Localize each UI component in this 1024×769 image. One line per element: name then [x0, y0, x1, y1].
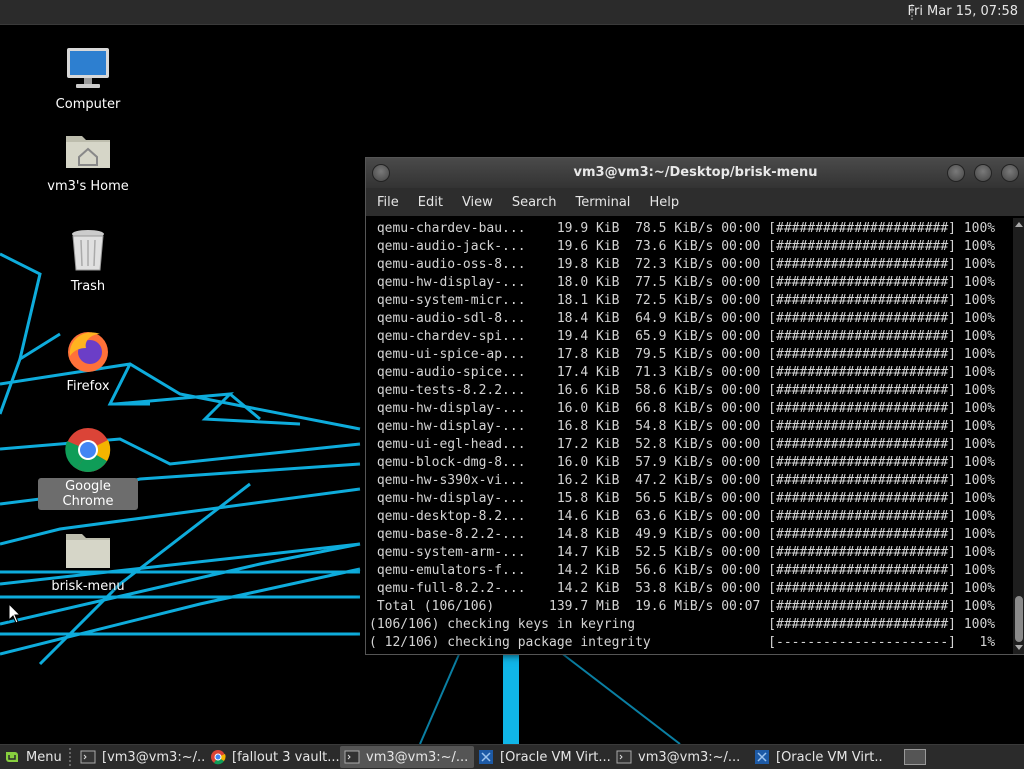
top-panel: Fri Mar 15, 07:58	[0, 0, 1024, 25]
chrome-icon	[64, 426, 112, 474]
terminal-line: Total (106/106) 139.7 MiB 19.6 MiB/s 00:…	[369, 599, 996, 614]
task-label: [vm3@vm3:~/...	[102, 749, 206, 765]
terminal-line: qemu-audio-jack-... 19.6 KiB 73.6 KiB/s …	[369, 239, 996, 254]
desktop-icon-label: brisk-menu	[51, 579, 125, 594]
terminal-line: qemu-audio-oss-8... 19.8 KiB 72.3 KiB/s …	[369, 257, 996, 272]
desktop-icon-brisk-menu[interactable]: brisk-menu	[38, 526, 138, 595]
home-folder-icon	[64, 126, 112, 174]
minimize-button[interactable]	[947, 164, 965, 182]
desktop-icon-computer[interactable]: Computer	[38, 44, 138, 113]
menu-file[interactable]: File	[370, 195, 406, 210]
terminal-line: ( 12/106) checking package integrity [--…	[369, 635, 996, 650]
taskbar-task[interactable]: [fallout 3 vault...	[206, 746, 340, 768]
terminal-window[interactable]: vm3@vm3:~/Desktop/brisk-menu File Edit V…	[365, 157, 1024, 655]
menu-button-label: Menu	[26, 749, 62, 765]
terminal-line: qemu-system-arm-... 14.7 KiB 52.5 KiB/s …	[369, 545, 996, 560]
scrollbar-thumb[interactable]	[1015, 596, 1023, 642]
menu-help[interactable]: Help	[642, 195, 686, 210]
terminal-line: qemu-hw-display-... 16.8 KiB 54.8 KiB/s …	[369, 419, 996, 434]
desktop-icon-label: vm3's Home	[47, 179, 129, 194]
terminal-line: qemu-emulators-f... 14.2 KiB 56.6 KiB/s …	[369, 563, 996, 578]
taskbar-task[interactable]: vm3@vm3:~/...	[612, 746, 750, 768]
terminal-menubar: File Edit View Search Terminal Help	[366, 188, 1024, 216]
terminal-titlebar[interactable]: vm3@vm3:~/Desktop/brisk-menu	[366, 158, 1024, 188]
terminal-line: qemu-audio-spice... 17.4 KiB 71.3 KiB/s …	[369, 365, 996, 380]
taskbar-task-active[interactable]: vm3@vm3:~/...	[340, 746, 474, 768]
taskbar-task[interactable]: [vm3@vm3:~/...	[76, 746, 206, 768]
task-label: vm3@vm3:~/...	[638, 749, 741, 765]
scroll-up-icon[interactable]	[1015, 222, 1023, 227]
menu-button[interactable]: Menu	[0, 746, 66, 768]
task-label: [Oracle VM Virt...	[500, 749, 611, 765]
clock[interactable]: Fri Mar 15, 07:58	[907, 4, 1018, 19]
folder-icon	[64, 526, 112, 574]
terminal-scrollbar[interactable]	[1013, 218, 1024, 654]
taskbar-task[interactable]: [Oracle VM Virt...	[474, 746, 612, 768]
task-label: vm3@vm3:~/...	[366, 749, 469, 765]
desktop-icon-label: Trash	[70, 279, 106, 294]
terminal-line: qemu-tests-8.2.2... 16.6 KiB 58.6 KiB/s …	[369, 383, 996, 398]
terminal-line: qemu-chardev-spi... 19.4 KiB 65.9 KiB/s …	[369, 329, 996, 344]
task-label: [fallout 3 vault...	[232, 749, 340, 765]
terminal-line: qemu-base-8.2.2-... 14.8 KiB 49.9 KiB/s …	[369, 527, 996, 542]
terminal-line: qemu-chardev-bau... 19.9 KiB 78.5 KiB/s …	[369, 221, 996, 236]
terminal-line: qemu-audio-sdl-8... 18.4 KiB 64.9 KiB/s …	[369, 311, 996, 326]
maximize-button[interactable]	[974, 164, 992, 182]
window-title: vm3@vm3:~/Desktop/brisk-menu	[573, 165, 818, 180]
terminal-line: qemu-hw-display-... 15.8 KiB 56.5 KiB/s …	[369, 491, 996, 506]
terminal-line: qemu-full-8.2.2-... 14.2 KiB 53.8 KiB/s …	[369, 581, 996, 596]
terminal-line: qemu-hw-display-... 18.0 KiB 77.5 KiB/s …	[369, 275, 996, 290]
terminal-icon	[616, 750, 632, 764]
desktop-icon-label: Firefox	[66, 379, 110, 394]
mouse-cursor-icon	[8, 603, 22, 624]
computer-icon	[64, 44, 112, 92]
virtualbox-icon	[755, 750, 769, 764]
trash-icon	[64, 226, 112, 274]
taskbar-separator	[69, 748, 73, 766]
menu-edit[interactable]: Edit	[411, 195, 450, 210]
terminal-line: qemu-ui-spice-ap... 17.8 KiB 79.5 KiB/s …	[369, 347, 996, 362]
desktop-icon-firefox[interactable]: Firefox	[38, 326, 138, 395]
firefox-icon	[64, 326, 112, 374]
menu-search[interactable]: Search	[505, 195, 564, 210]
terminal-line: qemu-desktop-8.2... 14.6 KiB 63.6 KiB/s …	[369, 509, 996, 524]
terminal-line: qemu-block-dmg-8... 16.0 KiB 57.9 KiB/s …	[369, 455, 996, 470]
terminal-lines: qemu-chardev-bau... 19.9 KiB 78.5 KiB/s …	[366, 218, 1012, 652]
terminal-output[interactable]: qemu-chardev-bau... 19.9 KiB 78.5 KiB/s …	[366, 218, 1012, 654]
virtualbox-icon	[479, 750, 493, 764]
show-desktop-icon[interactable]	[904, 749, 926, 765]
terminal-line: qemu-ui-egl-head... 17.2 KiB 52.8 KiB/s …	[369, 437, 996, 452]
terminal-line: (106/106) checking keys in keyring [####…	[369, 617, 996, 632]
scroll-down-icon[interactable]	[1015, 645, 1023, 650]
desktop-icon-trash[interactable]: Trash	[38, 226, 138, 295]
chrome-icon	[211, 750, 226, 765]
desktop-icon-label: Google Chrome	[38, 478, 138, 510]
terminal-line: qemu-hw-s390x-vi... 16.2 KiB 47.2 KiB/s …	[369, 473, 996, 488]
taskbar-task[interactable]: [Oracle VM Virt...	[750, 746, 884, 768]
taskbar: Menu [vm3@vm3:~/... [fallout 3 vault... …	[0, 744, 1024, 769]
desktop-icon-home[interactable]: vm3's Home	[38, 126, 138, 195]
terminal-icon	[344, 750, 360, 764]
close-button[interactable]	[1001, 164, 1019, 182]
terminal-icon	[80, 750, 96, 764]
desktop-icon-chrome[interactable]: Google Chrome	[38, 426, 138, 510]
desktop-icon-label: Computer	[55, 97, 121, 112]
terminal-line: qemu-system-micr... 18.1 KiB 72.5 KiB/s …	[369, 293, 996, 308]
terminal-line: qemu-hw-display-... 16.0 KiB 66.8 KiB/s …	[369, 401, 996, 416]
menu-view[interactable]: View	[455, 195, 500, 210]
menu-logo-icon	[6, 752, 18, 762]
task-label: [Oracle VM Virt...	[776, 749, 884, 765]
menu-terminal[interactable]: Terminal	[568, 195, 637, 210]
